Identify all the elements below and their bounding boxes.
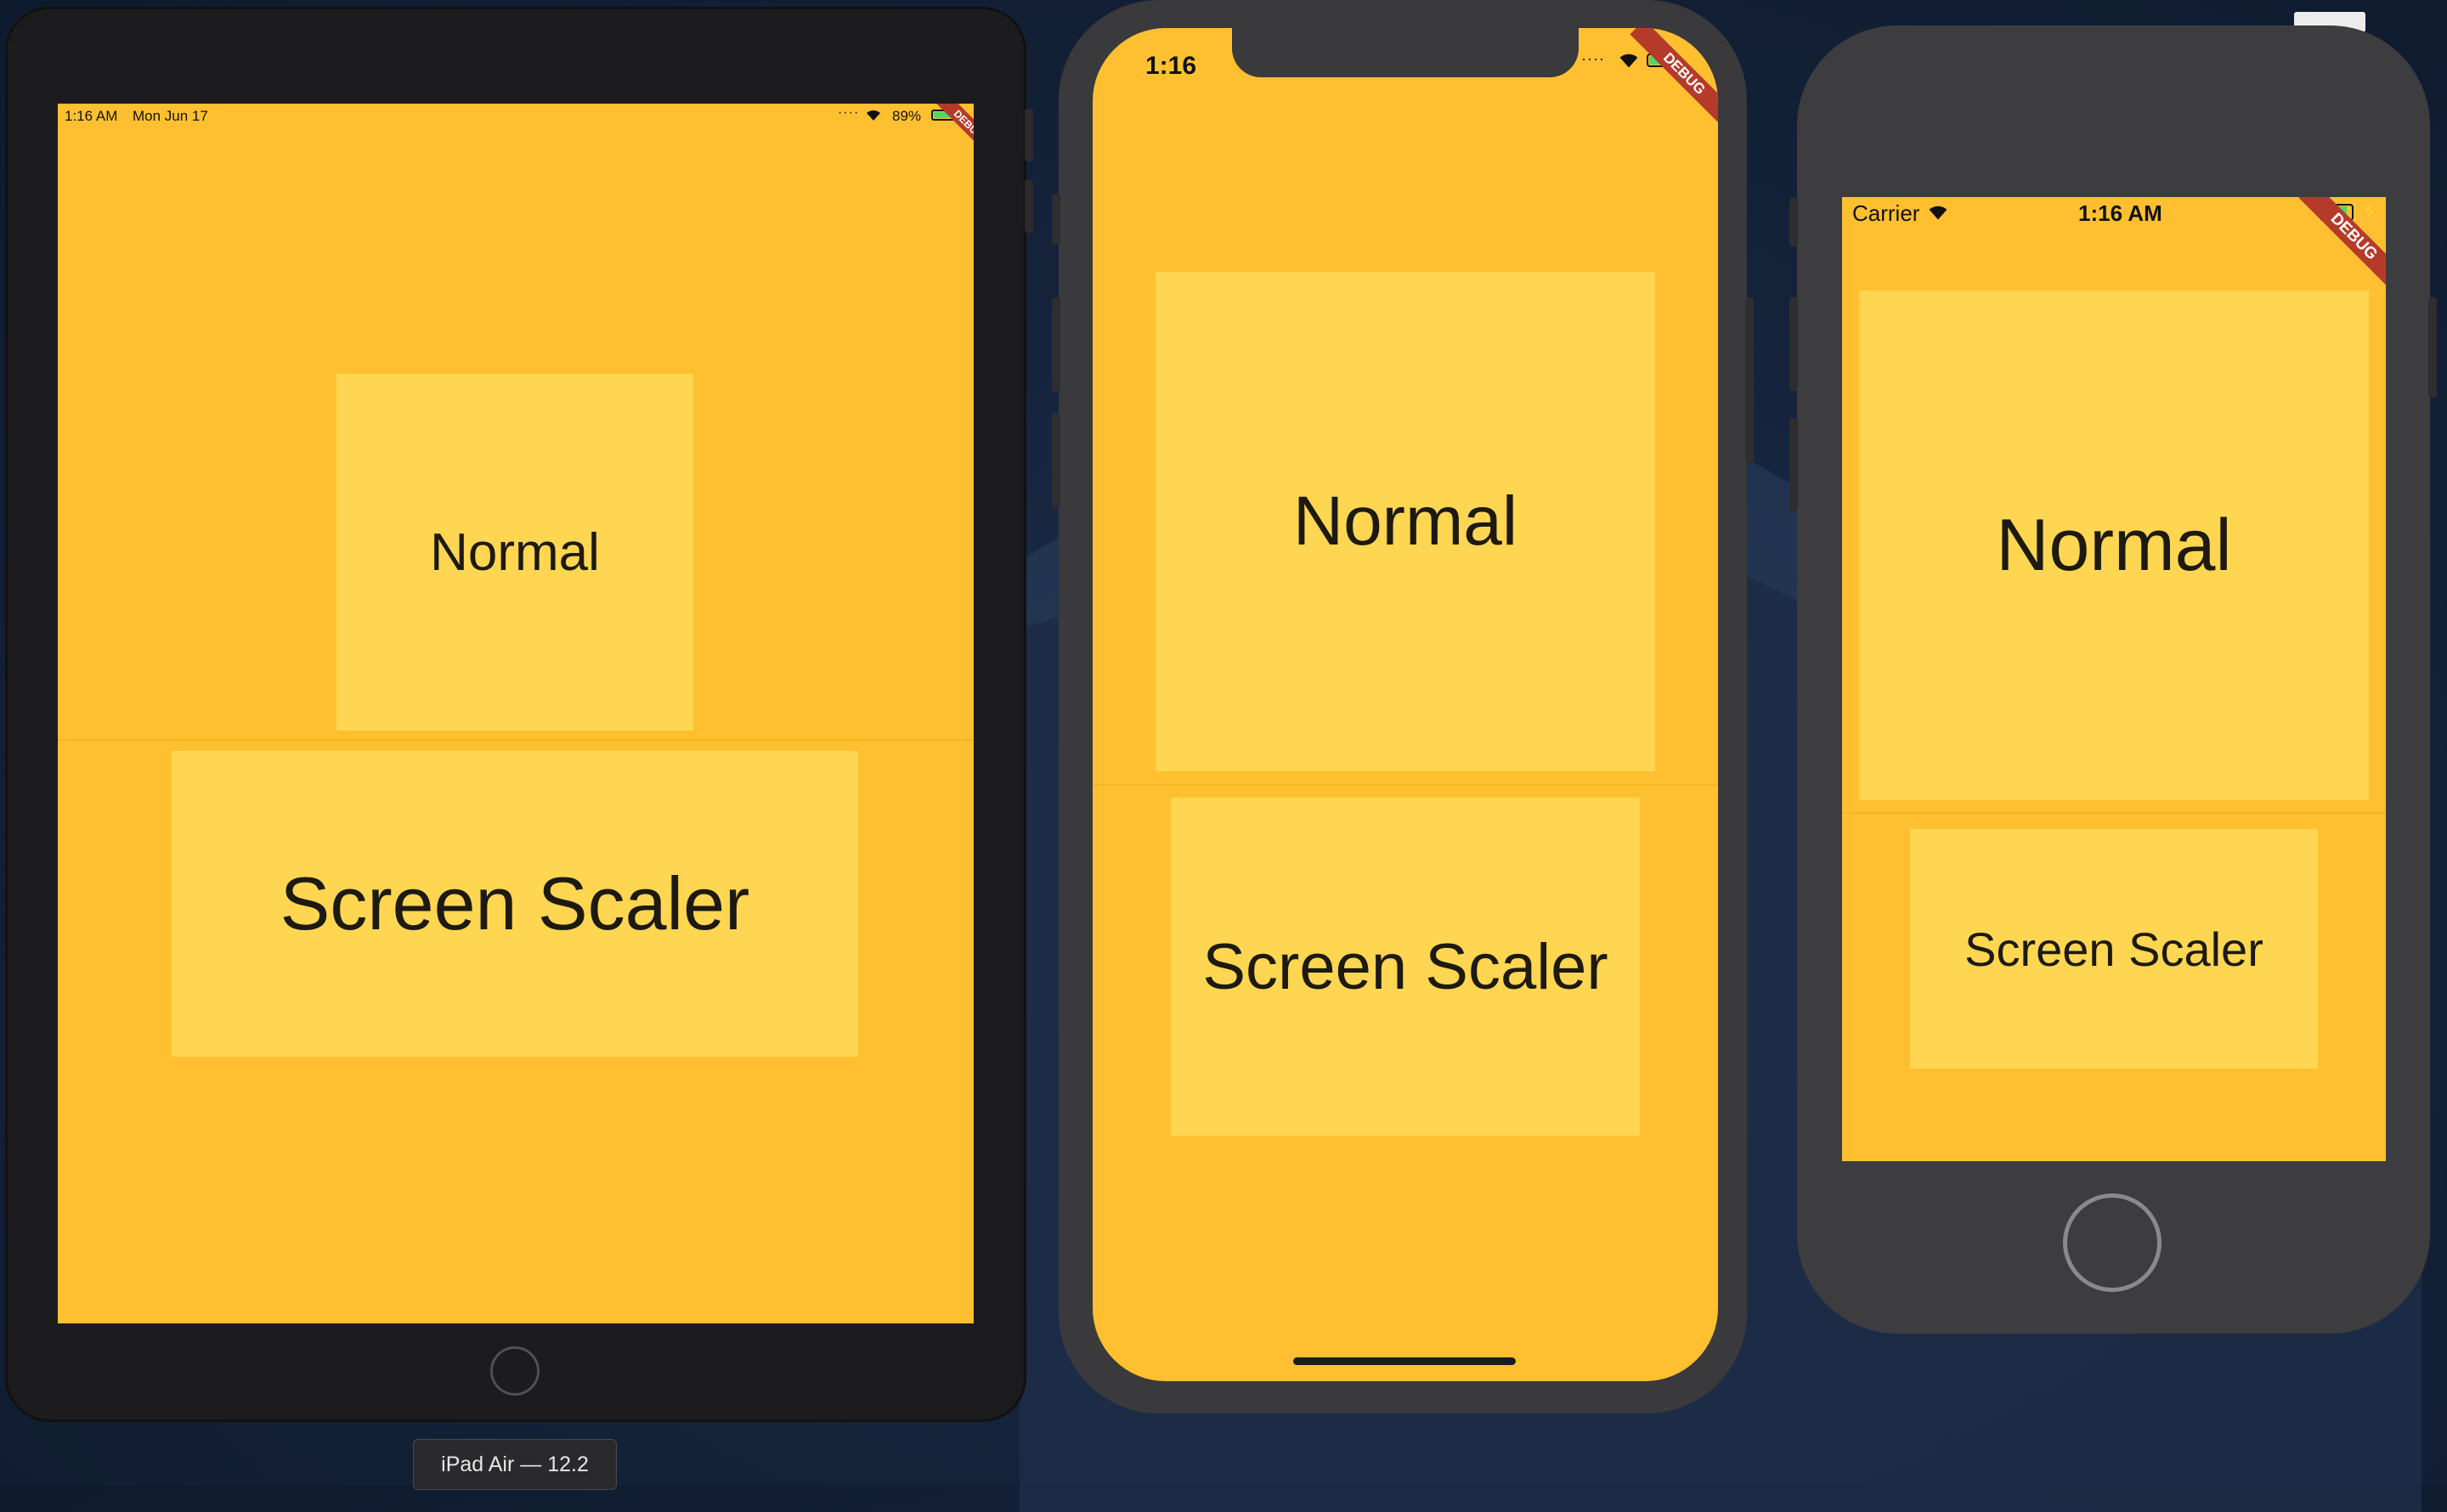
iphone-8-side-button-volume-up xyxy=(1789,297,1798,391)
iphone-x-section-divider xyxy=(1093,784,1718,786)
device-name-tooltip: iPad Air — 12.2 xyxy=(413,1439,617,1490)
ipad-normal-label: Normal xyxy=(430,522,600,582)
wifi-icon xyxy=(867,110,880,121)
iphone-x-side-button-volume-down xyxy=(1052,413,1060,508)
ipad-volume-down-button xyxy=(1025,180,1033,233)
iphone-x-side-button-volume-up xyxy=(1052,297,1060,392)
iphone-8-section-divider xyxy=(1842,812,2386,814)
iphone-x-home-indicator[interactable] xyxy=(1293,1357,1516,1365)
iphone-x-normal-label: Normal xyxy=(1292,482,1518,560)
wifi-icon xyxy=(1929,206,1947,220)
iphone-x-screen: 1:16 ···· Normal Screen Scaler DEBUG xyxy=(1093,28,1718,1381)
ipad-home-button[interactable] xyxy=(490,1346,540,1396)
ipad-screen: 1:16 AM Mon Jun 17 ···· 89% ⚡ Normal Scr… xyxy=(58,104,974,1323)
iphone-8-status-carrier: Carrier xyxy=(1852,200,1920,226)
iphone-8-power-button xyxy=(2428,297,2437,398)
iphone-x-scaler-label: Screen Scaler xyxy=(1202,930,1608,1003)
charging-bolt-icon: ⚡ xyxy=(2360,202,2382,221)
wifi-icon xyxy=(1619,54,1638,68)
ipad-status-time: 1:16 AM xyxy=(65,108,118,124)
ipad-volume-up-button xyxy=(1025,109,1033,161)
iphone-8-home-button[interactable] xyxy=(2063,1193,2162,1292)
iphone-8-status-time: 1:16 AM xyxy=(2078,200,2162,226)
iphone-x-normal-box: Normal xyxy=(1156,272,1655,771)
signal-dots-icon: ···· xyxy=(1581,50,1605,67)
iphone-8-screen: Carrier 1:16 AM ⚡ Normal Screen Scaler D… xyxy=(1842,197,2386,1161)
iphone-x-side-button-upper xyxy=(1052,194,1060,245)
iphone-8-screen-scaler-box: Screen Scaler xyxy=(1910,829,2318,1069)
ipad-scaler-label: Screen Scaler xyxy=(280,861,750,945)
iphone-8-normal-label: Normal xyxy=(1996,504,2232,586)
iphone-x-notch xyxy=(1232,28,1579,77)
iphone-8-normal-box: Normal xyxy=(1859,291,2369,800)
iphone-8-scaler-label: Screen Scaler xyxy=(1964,922,2263,976)
iphone-8-side-button-mute xyxy=(1789,197,1798,246)
ipad-battery-percent: 89% xyxy=(892,108,922,124)
iphone-x-status-time: 1:16 xyxy=(1145,52,1197,80)
signal-dots-icon: ···· xyxy=(838,105,860,120)
ipad-section-divider xyxy=(58,739,974,741)
iphone-8-side-button-volume-down xyxy=(1789,418,1798,511)
iphone-x-power-button xyxy=(1745,297,1754,464)
ipad-screen-scaler-box: Screen Scaler xyxy=(172,751,858,1057)
ipad-status-date: Mon Jun 17 xyxy=(133,108,208,124)
iphone-x-screen-scaler-box: Screen Scaler xyxy=(1171,798,1640,1136)
ipad-normal-box: Normal xyxy=(336,374,693,731)
